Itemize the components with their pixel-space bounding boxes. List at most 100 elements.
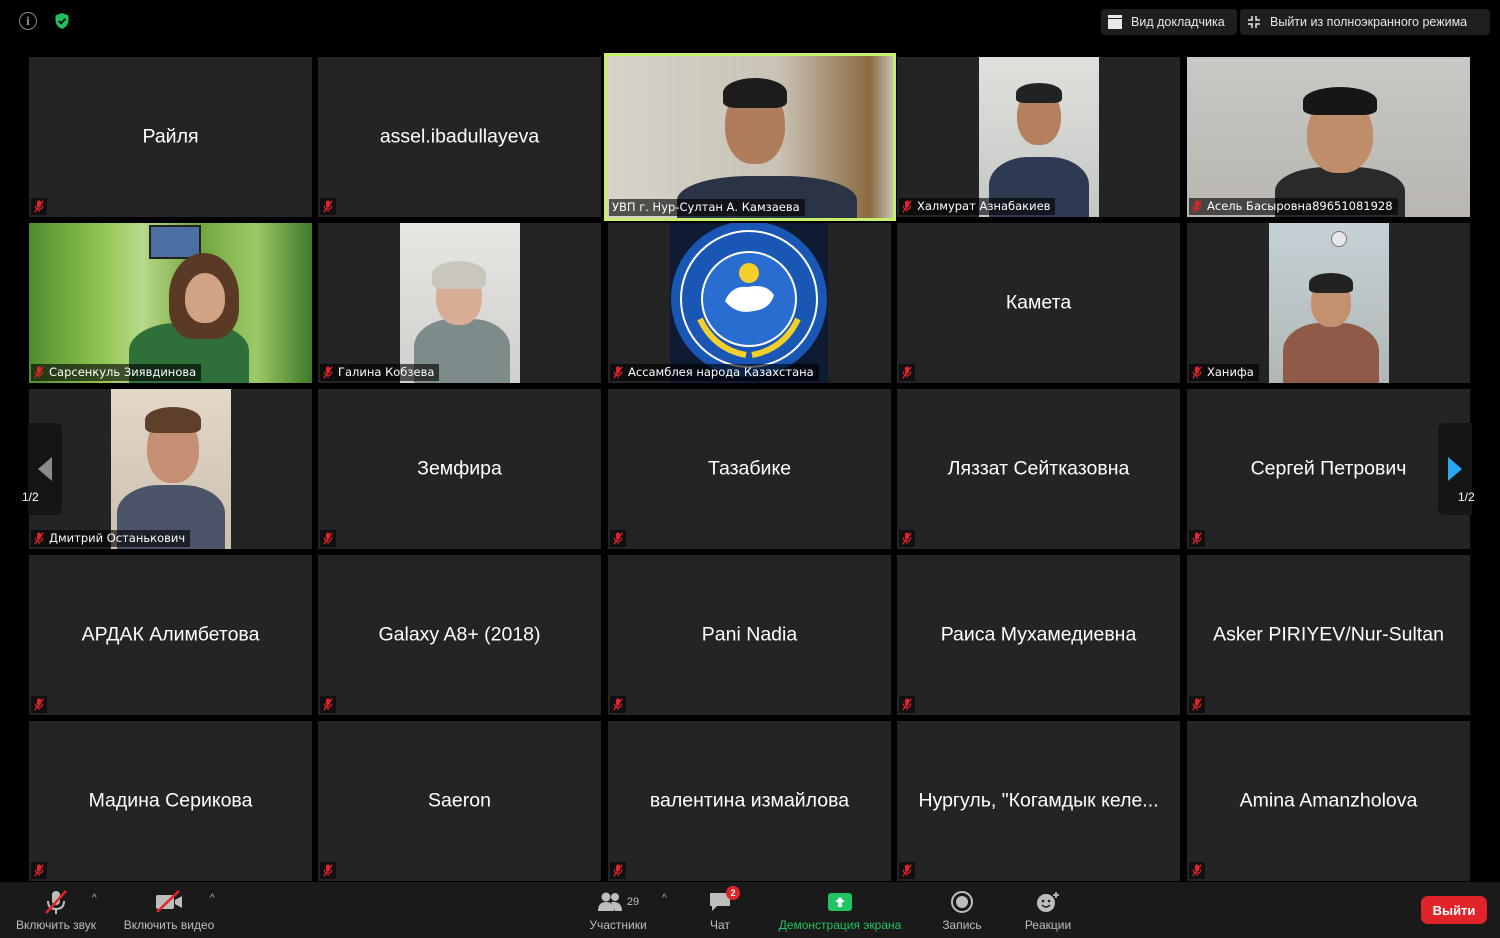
security-shield-icon[interactable] [53, 12, 71, 30]
record-icon [950, 888, 974, 916]
chat-button[interactable]: 2 Чат [700, 882, 740, 938]
participant-tile[interactable]: валентина измайлова [608, 721, 891, 881]
muted-mic-icon [320, 696, 336, 713]
participant-tile[interactable]: Ассамблея народа Казахстана [608, 223, 891, 383]
participant-video [111, 389, 231, 549]
participant-tile[interactable]: Amina Amanzholova [1187, 721, 1470, 881]
participant-tile[interactable]: Тазабике [608, 389, 891, 549]
participant-tile[interactable]: Asker PIRIYEV/Nur-Sultan [1187, 555, 1470, 715]
participant-name: Galaxy A8+ (2018) [378, 623, 541, 646]
unmute-button[interactable]: Включить звук [10, 882, 102, 938]
next-page-button[interactable]: 1/2 [1438, 423, 1475, 515]
participant-name: Тазабике [707, 457, 792, 480]
participant-name: Халмурат Азнабакиев [917, 199, 1051, 213]
participant-name: УВП г. Нур-Султан А. Камзаева [612, 200, 800, 214]
participant-tile[interactable]: Pani Nadia [608, 555, 891, 715]
active-speaker-tile[interactable]: УВП г. Нур-Султан А. Камзаева [604, 53, 896, 221]
participant-name: Pani Nadia [701, 623, 798, 646]
participant-name: Галина Кобзева [338, 365, 435, 379]
participant-name: АРДАК Алимбетова [81, 623, 260, 646]
share-screen-button[interactable]: Демонстрация экрана [768, 882, 912, 938]
video-options-caret-icon[interactable]: ^ [210, 893, 215, 904]
participants-count: 29 [626, 896, 640, 908]
participant-video [979, 57, 1099, 217]
record-button[interactable]: Запись [936, 882, 988, 938]
participant-name: assel.ibadullayeva [379, 125, 540, 148]
participant-label: Сарсенкуль Зиявдинова [31, 364, 202, 381]
participant-tile[interactable]: Сарсенкуль Зиявдинова [29, 223, 312, 383]
participant-label: Галина Кобзева [320, 364, 440, 381]
speaker-view-button[interactable]: Вид докладчика [1101, 9, 1237, 35]
muted-mic-icon [610, 862, 626, 879]
participant-name: Камета [1005, 291, 1072, 314]
muted-mic-icon [610, 696, 626, 713]
muted-mic-icon [1189, 530, 1205, 547]
participant-video [1187, 57, 1470, 217]
participant-tile[interactable]: Асель Басыровна89651081928 [1187, 57, 1470, 217]
participant-tile[interactable]: assel.ibadullayeva [318, 57, 601, 217]
participant-tile[interactable]: Дмитрий Останькович [29, 389, 312, 549]
arrow-right-icon [1448, 457, 1462, 481]
participant-tile[interactable]: АРДАК Алимбетова [29, 555, 312, 715]
participant-tile[interactable]: Ханифа [1187, 223, 1470, 383]
exit-fullscreen-button[interactable]: Выйти из полноэкранного режима [1240, 9, 1490, 35]
participant-name: Райля [142, 125, 199, 148]
participant-name: Ханифа [1207, 365, 1254, 379]
muted-mic-icon [613, 366, 623, 379]
participant-label: Ассамблея народа Казахстана [610, 364, 819, 381]
info-icon[interactable]: i [19, 12, 37, 30]
reactions-button[interactable]: Реакции [1018, 882, 1078, 938]
participant-tile[interactable]: Galaxy A8+ (2018) [318, 555, 601, 715]
muted-mic-icon [31, 198, 47, 215]
muted-mic-icon [31, 862, 47, 879]
participants-icon: 29 [597, 888, 639, 916]
participant-tile[interactable]: Saeron [318, 721, 601, 881]
top-bar: i Вид докладчика Выйти из полноэкранного… [0, 0, 1500, 44]
record-label: Запись [942, 918, 982, 932]
muted-mic-icon [1192, 200, 1202, 213]
participant-name: Дмитрий Останькович [49, 531, 186, 545]
muted-mic-icon [1189, 862, 1205, 879]
participants-button[interactable]: 29 Участники [578, 882, 658, 938]
participant-tile[interactable]: Нургуль, "Когамдык келе... [897, 721, 1180, 881]
participant-video [1269, 223, 1389, 383]
participant-tile[interactable]: Райля [29, 57, 312, 217]
muted-mic-icon [899, 364, 915, 381]
participant-video [29, 223, 312, 383]
muted-mic-icon [899, 862, 915, 879]
muted-mic-icon [610, 530, 626, 547]
participant-tile[interactable]: Галина Кобзева [318, 223, 601, 383]
muted-mic-icon [34, 366, 44, 379]
previous-page-button[interactable]: 1/2 [22, 423, 62, 515]
chat-icon: 2 [708, 886, 740, 916]
leave-meeting-button[interactable]: Выйти [1421, 896, 1487, 924]
participants-label: Участники [589, 918, 647, 932]
participant-tile[interactable]: Халмурат Азнабакиев [897, 57, 1180, 217]
unmute-label: Включить звук [15, 918, 97, 932]
participant-tile[interactable]: Камета [897, 223, 1180, 383]
participant-tile[interactable]: Раиса Мухамедиевна [897, 555, 1180, 715]
participant-name: Асель Басыровна89651081928 [1207, 199, 1393, 213]
participant-name: Сергей Петрович [1250, 457, 1407, 480]
participants-options-caret-icon[interactable]: ^ [662, 893, 667, 904]
reactions-label: Реакции [1024, 918, 1072, 932]
participant-tile[interactable]: Сергей Петрович [1187, 389, 1470, 549]
participant-name: Saeron [428, 789, 491, 812]
muted-mic-icon [902, 200, 912, 213]
start-video-button[interactable]: Включить видео [118, 882, 220, 938]
page-indicator: 1/2 [1458, 490, 1475, 504]
share-screen-icon [827, 888, 853, 916]
assembly-emblem-icon [671, 223, 827, 377]
participant-name: Раиса Мухамедиевна [940, 623, 1137, 646]
participant-video [400, 223, 520, 383]
speaker-view-label: Вид докладчика [1131, 15, 1225, 29]
start-video-label: Включить видео [123, 918, 215, 932]
audio-options-caret-icon[interactable]: ^ [92, 893, 97, 904]
share-screen-label: Демонстрация экрана [778, 918, 902, 932]
page-indicator: 1/2 [22, 490, 39, 504]
participant-tile[interactable]: Земфира [318, 389, 601, 549]
participant-tile[interactable]: Ляззат Сейтказовна [897, 389, 1180, 549]
muted-mic-icon [320, 198, 336, 215]
participant-tile[interactable]: Мадина Серикова [29, 721, 312, 881]
participant-video [670, 223, 828, 383]
